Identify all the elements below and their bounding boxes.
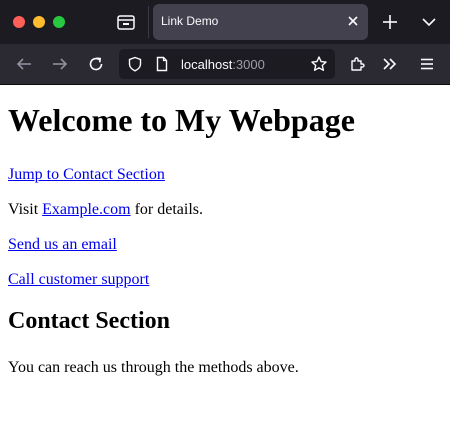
double-chevron-right-icon[interactable] (381, 55, 399, 73)
reload-icon[interactable] (87, 55, 105, 73)
back-arrow-icon[interactable] (15, 55, 33, 73)
contact-heading: Contact Section (8, 308, 170, 334)
page-icon[interactable] (154, 56, 170, 72)
visit-prefix-text: Visit (8, 201, 43, 218)
navigation-toolbar: localhost:3000 (0, 44, 450, 85)
minimize-window-button[interactable] (33, 16, 45, 28)
page-heading: Welcome to My Webpage (8, 102, 355, 138)
tab-title: Link Demo (161, 14, 219, 28)
url-host: localhost (181, 57, 233, 72)
bookmark-star-icon[interactable] (310, 55, 328, 73)
jump-paragraph: Jump to Contact Section (8, 166, 165, 184)
url-port: :3000 (232, 57, 265, 72)
email-paragraph: Send us an email (8, 236, 117, 254)
jump-to-contact-link[interactable]: Jump to Contact Section (8, 166, 165, 183)
email-link[interactable]: Send us an email (8, 236, 117, 253)
shield-icon[interactable] (127, 56, 143, 72)
tab-manager-icon[interactable] (116, 13, 136, 31)
close-window-button[interactable] (13, 16, 25, 28)
hamburger-menu-icon[interactable] (418, 55, 436, 73)
extensions-puzzle-icon[interactable] (349, 55, 367, 73)
maximize-window-button[interactable] (53, 16, 65, 28)
chevron-down-icon[interactable] (421, 14, 437, 30)
page-content: Welcome to My Webpage Jump to Contact Se… (0, 85, 450, 425)
new-tab-icon[interactable] (381, 13, 399, 31)
url-text[interactable]: localhost:3000 (181, 57, 265, 72)
close-icon[interactable] (346, 14, 360, 28)
address-bar[interactable]: localhost:3000 (119, 49, 335, 79)
tab-divider (148, 6, 149, 38)
call-support-link[interactable]: Call customer support (8, 271, 149, 288)
visit-suffix-text: for details. (130, 201, 203, 218)
forward-arrow-icon[interactable] (51, 55, 69, 73)
contact-text: You can reach us through the methods abo… (8, 359, 299, 376)
tab-link-demo[interactable]: Link Demo (153, 4, 368, 40)
tab-strip: Link Demo (0, 0, 450, 44)
example-com-link[interactable]: Example.com (42, 201, 130, 218)
visit-paragraph: Visit Example.com for details. (8, 201, 203, 219)
phone-paragraph: Call customer support (8, 271, 149, 289)
